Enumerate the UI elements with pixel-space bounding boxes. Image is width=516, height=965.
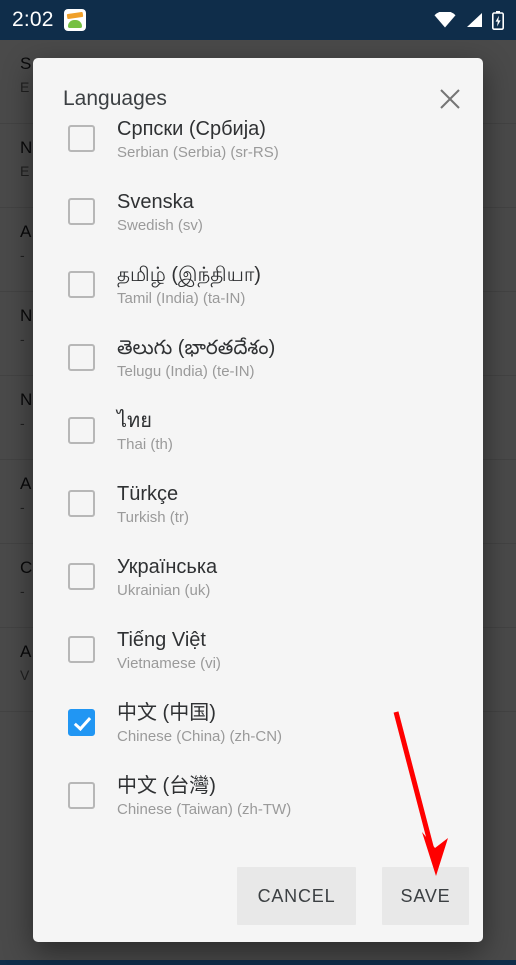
language-english-name: Chinese (Taiwan) (zh-TW): [117, 800, 292, 818]
language-labels: தமிழ் (இந்தியா) Tamil (India) (ta-IN): [117, 263, 261, 307]
language-list-item[interactable]: తెలుగు (భారతదేశం) Telugu (India) (te-IN): [33, 321, 483, 394]
language-checkbox-checked[interactable]: [68, 709, 95, 736]
language-native-name: 中文 (中国): [117, 701, 216, 724]
language-native-name: Tiếng Việt: [117, 628, 206, 651]
language-list-item[interactable]: Српски (Србија) Serbian (Serbia) (sr-RS): [33, 120, 483, 175]
language-checkbox[interactable]: [68, 271, 95, 298]
language-english-name: Vietnamese (vi): [117, 654, 221, 672]
language-native-name: ไทย: [117, 409, 152, 432]
language-english-name: Chinese (China) (zh-CN): [117, 727, 283, 745]
language-english-name: Telugu (India) (te-IN): [117, 362, 255, 380]
language-checkbox[interactable]: [68, 125, 95, 152]
dialog-title: Languages: [63, 87, 167, 110]
language-english-name: Tamil (India) (ta-IN): [117, 289, 246, 307]
language-labels: Українська Ukrainian (uk): [117, 555, 217, 599]
language-labels: Svenska Swedish (sv): [117, 190, 203, 234]
language-native-name: 中文 (台灣): [117, 774, 216, 797]
language-labels: Türkçe Turkish (tr): [117, 482, 189, 526]
language-checkbox[interactable]: [68, 782, 95, 809]
language-labels: ไทย Thai (th): [117, 409, 173, 453]
language-checkbox[interactable]: [68, 198, 95, 225]
language-labels: Српски (Србија) Serbian (Serbia) (sr-RS): [117, 120, 279, 161]
language-english-name: Swedish (sv): [117, 216, 203, 234]
language-checkbox[interactable]: [68, 490, 95, 517]
save-button[interactable]: SAVE: [382, 867, 469, 925]
close-icon[interactable]: [433, 82, 467, 116]
status-bar-clock: 2:02: [12, 8, 54, 31]
language-native-name: తెలుగు (భారతదేశం): [117, 336, 276, 359]
language-labels: Tiếng Việt Vietnamese (vi): [117, 628, 221, 672]
languages-dialog: Languages Српски (Србија) Serbian (Serbia…: [33, 58, 483, 942]
dialog-header: Languages: [33, 58, 483, 120]
cellular-signal-icon: [465, 12, 483, 28]
language-native-name: Türkçe: [117, 482, 179, 505]
phone-screen: SENEA-N-N-A-C-AV 2:02 Lang: [0, 0, 516, 960]
battery-charging-icon: [492, 10, 504, 30]
language-list-item[interactable]: ไทย Thai (th): [33, 394, 483, 467]
wifi-icon: [434, 12, 456, 28]
android-app-icon: [63, 9, 86, 31]
language-checkbox[interactable]: [68, 563, 95, 590]
language-checkbox[interactable]: [68, 636, 95, 663]
language-native-name: தமிழ் (இந்தியா): [117, 263, 261, 286]
language-native-name: Svenska: [117, 190, 194, 213]
language-english-name: Ukrainian (uk): [117, 581, 211, 599]
language-labels: తెలుగు (భారతదేశం) Telugu (India) (te-IN): [117, 336, 275, 380]
language-native-name: Српски (Србија): [117, 120, 266, 140]
language-list-item[interactable]: 中文 (台灣) Chinese (Taiwan) (zh-TW): [33, 759, 483, 832]
language-labels: 中文 (台灣) Chinese (Taiwan) (zh-TW): [117, 774, 291, 818]
language-native-name: Українська: [117, 555, 218, 578]
language-list-item[interactable]: Türkçe Turkish (tr): [33, 467, 483, 540]
language-labels: 中文 (中国) Chinese (China) (zh-CN): [117, 701, 282, 745]
status-bar: 2:02: [0, 0, 516, 40]
language-list-item[interactable]: தமிழ் (இந்தியா) Tamil (India) (ta-IN): [33, 248, 483, 321]
language-checkbox[interactable]: [68, 417, 95, 444]
language-list-item[interactable]: Svenska Swedish (sv): [33, 175, 483, 248]
language-english-name: Serbian (Serbia) (sr-RS): [117, 143, 279, 161]
cancel-button[interactable]: CANCEL: [237, 867, 356, 925]
language-english-name: Thai (th): [117, 435, 173, 453]
language-list-item[interactable]: Tiếng Việt Vietnamese (vi): [33, 613, 483, 686]
language-list-item[interactable]: 中文 (中国) Chinese (China) (zh-CN): [33, 686, 483, 759]
language-list-item[interactable]: Українська Ukrainian (uk): [33, 540, 483, 613]
language-checkbox[interactable]: [68, 344, 95, 371]
language-list-scroll[interactable]: Српски (Србија) Serbian (Serbia) (sr-RS) S…: [33, 120, 483, 850]
language-english-name: Turkish (tr): [117, 508, 189, 526]
dialog-actions: CANCEL SAVE: [33, 850, 483, 942]
